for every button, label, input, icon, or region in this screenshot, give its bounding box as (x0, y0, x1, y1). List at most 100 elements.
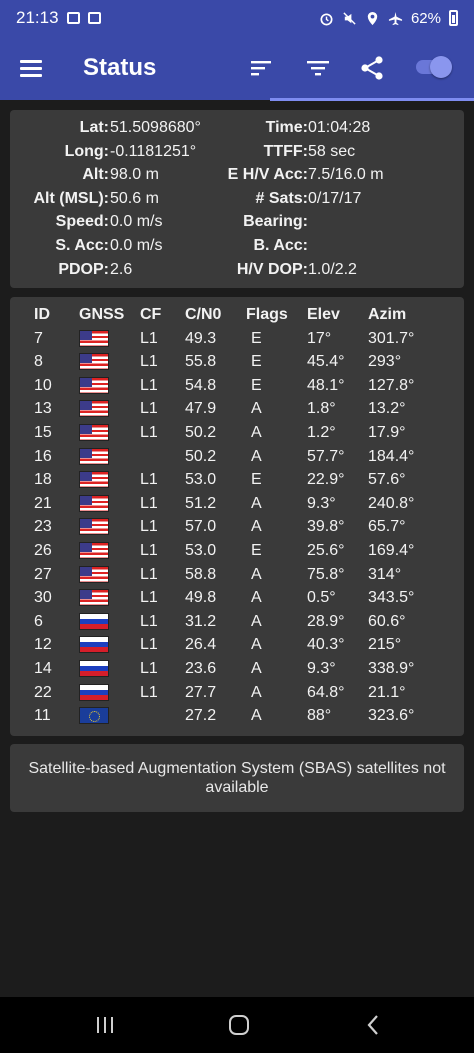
location-row: Alt: 98.0 m E H/V Acc: 7.5/16.0 m (10, 166, 464, 190)
status-bar-left: 21:13 (16, 8, 101, 28)
sat-elev: 0.5° (307, 589, 336, 607)
sat-flags: A (251, 400, 262, 418)
sat-azim: 215° (368, 636, 402, 654)
sat-cn0: 54.8 (185, 376, 217, 394)
table-row: 6 L1 31.2 A 28.9° 60.6° (10, 612, 464, 637)
sat-flags: A (251, 659, 262, 677)
hamburger-menu-icon[interactable] (20, 58, 44, 78)
back-icon[interactable] (360, 1013, 388, 1037)
sat-elev: 9.3° (307, 659, 336, 677)
table-row: 18 L1 53.0 E 22.9° 57.6° (10, 471, 464, 495)
sat-flags: A (251, 683, 262, 701)
sat-cf: L1 (140, 565, 158, 583)
table-header: ID GNSS CF C/N0 Flags Elev Azim (10, 306, 464, 330)
location-label: Bearing: (243, 213, 308, 231)
sat-elev: 40.3° (307, 636, 345, 654)
location-label: Alt: (82, 166, 109, 184)
recents-icon[interactable] (92, 1013, 120, 1037)
sat-flags: A (251, 589, 262, 607)
sat-elev: 1.2° (307, 423, 336, 441)
sat-cn0: 53.0 (185, 541, 217, 559)
notification-icon (66, 12, 80, 24)
sat-azim: 184.4° (368, 447, 415, 465)
sat-elev: 39.8° (307, 518, 345, 536)
sat-cn0: 23.6 (185, 659, 217, 677)
sat-cf: L1 (140, 329, 158, 347)
gallery-icon (87, 12, 101, 24)
location-label: TTFF: (263, 142, 308, 160)
sat-id: 7 (34, 329, 43, 347)
sat-elev: 48.1° (307, 376, 345, 394)
sat-elev: 9.3° (307, 494, 336, 512)
flag-us-icon (79, 541, 109, 559)
sat-flags: A (251, 565, 262, 583)
flag-us-icon (79, 518, 109, 536)
sat-azim: 169.4° (368, 541, 415, 559)
home-icon[interactable] (226, 1013, 254, 1037)
location-row: Long: -0.1181251° TTFF: 58 sec (10, 143, 464, 167)
app-bar: Status (0, 36, 474, 100)
location-row: Alt (MSL): 50.6 m # Sats: 0/17/17 (10, 190, 464, 214)
sat-flags: A (251, 636, 262, 654)
sat-id: 26 (34, 541, 52, 559)
toggle-switch[interactable] (414, 56, 452, 78)
table-row: 7 L1 49.3 E 17° 301.7° (10, 329, 464, 354)
location-value: 0/17/17 (308, 189, 362, 207)
sat-cn0: 50.2 (185, 423, 217, 441)
share-icon[interactable] (358, 54, 386, 82)
sbas-message: Satellite-based Augmentation System (SBA… (28, 760, 446, 796)
sat-azim: 323.6° (368, 707, 415, 725)
sat-id: 8 (34, 353, 43, 371)
location-label: B. Acc: (253, 237, 308, 254)
app-root: 21:13 62% Status Lat: 51.5098680° Time: … (0, 0, 474, 1053)
sat-id: 11 (34, 707, 51, 725)
sat-cn0: 47.9 (185, 400, 217, 418)
sat-id: 15 (34, 423, 52, 441)
alarm-icon (320, 12, 333, 25)
sat-azim: 21.1° (368, 683, 406, 701)
flag-us-icon (79, 565, 109, 583)
location-label: PDOP: (58, 260, 109, 278)
sat-flags: A (251, 707, 262, 725)
sat-cf: L1 (140, 423, 158, 441)
header-cf: CF (140, 306, 162, 323)
location-value: 0.0 m/s (110, 237, 163, 254)
flag-us-icon (79, 447, 109, 465)
sat-azim: 17.9° (368, 423, 406, 441)
sat-id: 22 (34, 683, 52, 701)
sat-cn0: 49.8 (185, 589, 217, 607)
location-row: S. Acc: 0.0 m/s B. Acc: (10, 237, 464, 261)
location-value: 98.0 m (110, 166, 159, 184)
sat-cf: L1 (140, 494, 158, 512)
sat-elev: 17° (307, 329, 332, 347)
flag-russia-icon (79, 636, 109, 654)
location-card: Lat: 51.5098680° Time: 01:04:28 Long: -0.1181… (10, 110, 464, 288)
sat-flags: E (251, 541, 262, 559)
location-label: Time: (265, 119, 308, 136)
table-row: 30 L1 49.8 A 0.5° 343.5° (10, 589, 464, 613)
sat-cf: L1 (140, 518, 158, 536)
sort-icon[interactable] (248, 54, 276, 82)
sat-id: 12 (34, 636, 52, 654)
sat-cf: L1 (140, 683, 158, 701)
location-label: Speed: (55, 213, 109, 231)
filter-icon[interactable] (304, 54, 332, 82)
flag-us-icon (79, 589, 109, 607)
location-label: Lat: (79, 119, 109, 136)
satellite-table: ID GNSS CF C/N0 Flags Elev Azim 7 L1 49.3 E… (10, 306, 464, 731)
status-bar-right: 62% (319, 10, 458, 27)
sat-elev: 45.4° (307, 353, 345, 371)
table-row: 8 L1 55.8 E 45.4° 293° (10, 353, 464, 377)
flag-us-icon (79, 353, 109, 371)
sat-flags: E (251, 376, 262, 394)
location-row: PDOP: 2.6 H/V DOP: 1.0/2.2 (10, 261, 464, 285)
location-value: 1.0/2.2 (308, 260, 357, 278)
sat-cf: L1 (140, 471, 158, 489)
flag-russia-icon (79, 612, 109, 630)
location-value: 01:04:28 (308, 119, 371, 136)
sat-cn0: 27.2 (185, 707, 217, 725)
sat-id: 13 (34, 400, 52, 418)
table-row: 26 L1 53.0 E 25.6° 169.4° (10, 541, 464, 566)
flag-us-icon (79, 400, 109, 418)
table-row: 10 L1 54.8 E 48.1° 127.8° (10, 376, 464, 401)
